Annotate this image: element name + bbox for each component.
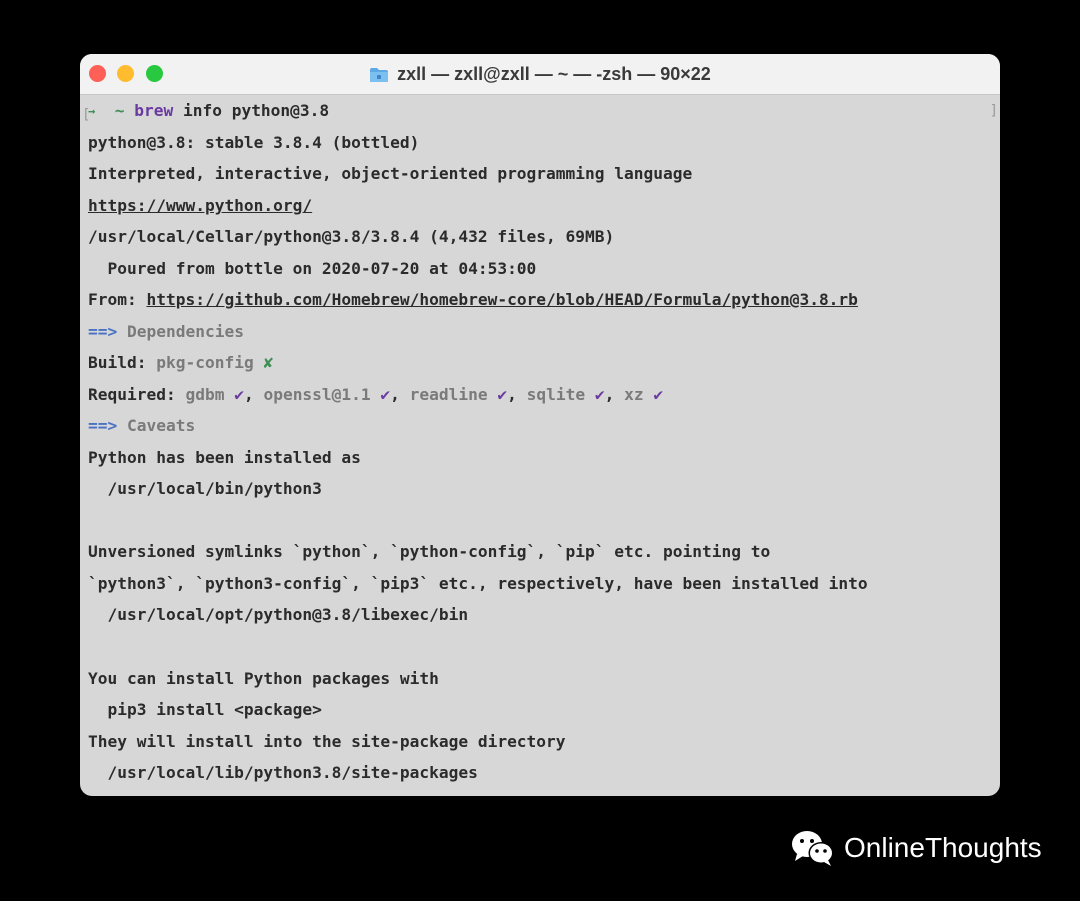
- dependency-pkg-config: pkg-config: [156, 353, 254, 372]
- check-icon: ✔: [653, 385, 664, 404]
- terminal-window: zxll — zxll@zxll — ~ — -zsh — 90×22 [ ] …: [80, 54, 1000, 796]
- dependency-readline: readline: [409, 385, 488, 404]
- terminal-output[interactable]: [ ] → ~ brew info python@3.8 python@3.8:…: [80, 95, 1000, 796]
- separator-comma: ,: [243, 385, 264, 404]
- heading-arrow: ==>: [88, 322, 118, 341]
- output-line-site-path: /usr/local/lib/python3.8/site-packages: [88, 763, 478, 782]
- dependency-openssl: openssl@1.1: [263, 385, 371, 404]
- prompt-mark-right: ]: [989, 103, 998, 119]
- required-label: Required:: [88, 385, 186, 404]
- output-line-build: Build: pkg-config ✘: [88, 349, 273, 377]
- dependency-sqlite: sqlite: [526, 385, 586, 404]
- watermark-text: OnlineThoughts: [844, 832, 1042, 863]
- output-line-required: Required: gdbm ✔, openssl@1.1 ✔, readlin…: [88, 381, 663, 409]
- formula-link[interactable]: https://github.com/Homebrew/homebrew-cor…: [146, 290, 857, 309]
- watermark: OnlineThoughts: [790, 828, 1042, 868]
- output-line-from: From: https://github.com/Homebrew/homebr…: [88, 286, 858, 314]
- check-icon: ✔: [497, 385, 508, 404]
- wechat-icon: [792, 831, 834, 866]
- output-line-python3-path: /usr/local/bin/python3: [88, 479, 322, 498]
- command-brew: brew: [134, 101, 174, 120]
- output-line-packages: You can install Python packages with: [88, 669, 439, 688]
- output-line-description: Interpreted, interactive, object-oriente…: [88, 164, 693, 183]
- heading-text: Dependencies: [117, 322, 244, 341]
- window-title-group: zxll — zxll@zxll — ~ — -zsh — 90×22: [80, 54, 1000, 94]
- output-line-cellar: /usr/local/Cellar/python@3.8/3.8.4 (4,43…: [88, 227, 615, 246]
- cross-icon: ✘: [263, 353, 274, 372]
- command-args: info python@3.8: [182, 101, 330, 120]
- title-bar[interactable]: zxll — zxll@zxll — ~ — -zsh — 90×22: [80, 54, 1000, 95]
- output-line-poured: Poured from bottle on 2020-07-20 at 04:5…: [88, 259, 537, 278]
- output-line-libexec: /usr/local/opt/python@3.8/libexec/bin: [88, 605, 469, 624]
- separator-comma: ,: [390, 385, 410, 404]
- heading-caveats: ==> Caveats: [88, 412, 195, 440]
- heading-arrow: ==>: [88, 416, 118, 435]
- output-line-version: python@3.8: stable 3.8.4 (bottled): [88, 133, 420, 152]
- check-icon: ✔: [594, 385, 605, 404]
- build-label: Build:: [88, 353, 157, 372]
- check-icon: ✔: [380, 385, 391, 404]
- prompt-arrow: →: [88, 104, 96, 118]
- output-line-pip3: pip3 install <package>: [88, 700, 322, 719]
- output-line-installed: Python has been installed as: [88, 448, 361, 467]
- homepage-link[interactable]: https://www.python.org/: [88, 192, 312, 220]
- window-title: zxll — zxll@zxll — ~ — -zsh — 90×22: [397, 63, 711, 84]
- separator-comma: ,: [507, 385, 527, 404]
- from-label: From:: [88, 290, 147, 309]
- dependency-gdbm: gdbm: [185, 385, 225, 404]
- check-icon: ✔: [234, 385, 244, 404]
- folder-icon: [370, 68, 389, 82]
- heading-text: Caveats: [117, 416, 196, 435]
- prompt-line: → ~ brew info python@3.8: [88, 97, 329, 125]
- heading-dependencies: ==> Dependencies: [88, 318, 244, 346]
- output-line-site-package: They will install into the site-package …: [88, 732, 566, 751]
- prompt-tilde: ~: [114, 101, 125, 120]
- output-line-respectively: `python3`, `python3-config`, `pip3` etc.…: [88, 574, 868, 593]
- output-line-symlinks: Unversioned symlinks `python`, `python-c…: [88, 542, 771, 561]
- separator-comma: ,: [604, 385, 625, 404]
- dependency-xz: xz: [624, 385, 644, 404]
